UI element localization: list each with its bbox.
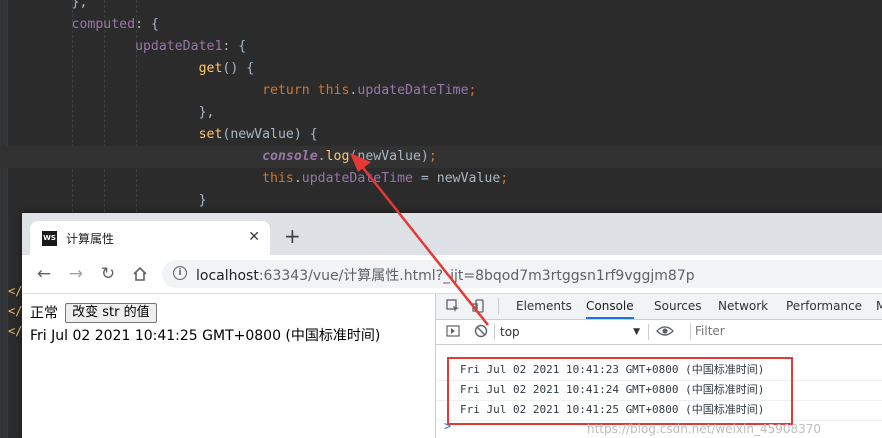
- code-token: this: [317, 83, 350, 98]
- devtools-panel: Elements Console Sources Network Performance…: [435, 294, 882, 438]
- console-filter-bar: top ▼ Filter: [436, 320, 882, 345]
- highlight-box: [447, 357, 793, 425]
- code-token: (newValue): [349, 149, 429, 164]
- change-str-button[interactable]: 改变 str 的值: [65, 302, 157, 323]
- code-token: this: [262, 171, 294, 186]
- code-token: ;: [468, 83, 477, 98]
- tab-console[interactable]: Console: [586, 294, 634, 319]
- context-select[interactable]: top ▼: [500, 324, 640, 340]
- console-prompt[interactable]: >: [444, 419, 451, 433]
- console-output: Fri Jul 02 2021 10:41:23 GMT+0800 (中国标准时…: [436, 345, 882, 438]
- url-text[interactable]: localhost:63343/vue/计算属性.html?_ijt=8bqod…: [196, 265, 695, 285]
- code-token: },: [198, 105, 215, 120]
- new-tab-icon[interactable]: +: [284, 226, 301, 246]
- code-token: = newValue: [412, 171, 501, 186]
- code-token: get: [198, 61, 223, 76]
- status-text: 正常: [30, 305, 58, 322]
- toolbar-divider: [498, 298, 499, 314]
- browser-tab[interactable]: WS 计算属性 ✕: [30, 221, 270, 255]
- address-bar[interactable]: i localhost:63343/vue/计算属性.html?_ijt=8bq…: [162, 260, 882, 288]
- code-line[interactable]: set(newValue) {: [0, 124, 882, 146]
- live-expression-eye-icon[interactable]: [656, 324, 674, 338]
- page-content: 正常 改变 str 的值 Fri Jul 02 2021 10:41:25 GM…: [22, 294, 434, 438]
- code-token: ;: [428, 149, 437, 164]
- date-text: Fri Jul 02 2021 10:41:25 GMT+0800 (中国标准时…: [30, 328, 381, 344]
- code-token: ;: [500, 171, 509, 186]
- tab-sources[interactable]: Sources: [654, 294, 701, 319]
- code-token: : {: [135, 17, 159, 32]
- url-path: :63343/vue/计算属性.html?_ijt=8bqod7m3rtggsn…: [258, 268, 695, 284]
- browser-window: WS 计算属性 ✕ + ← → ↻ i localhost:63343/vue/…: [22, 213, 882, 438]
- browser-toolbar: ← → ↻ i localhost:63343/vue/计算属性.html?_i…: [22, 255, 882, 294]
- devtools-tab-bar: Elements Console Sources Network Performance…: [436, 294, 882, 320]
- home-icon[interactable]: [128, 262, 152, 286]
- gutter-mark: </: [8, 324, 23, 338]
- code-line[interactable]: }: [0, 190, 882, 212]
- code-token: updateDateTime: [357, 83, 469, 98]
- chevron-down-icon: ▼: [633, 327, 640, 337]
- tab-m[interactable]: M: [876, 294, 882, 319]
- tab-network[interactable]: Network: [718, 294, 768, 319]
- code-line[interactable]: this.updateDateTime = newValue;: [0, 168, 882, 190]
- inspect-element-icon[interactable]: [446, 299, 460, 313]
- code-line[interactable]: return this.updateDateTime;: [0, 80, 882, 102]
- reload-icon[interactable]: ↻: [96, 262, 120, 286]
- code-token: (newValue) {: [222, 127, 318, 142]
- sidebar-toggle-icon[interactable]: [446, 324, 460, 338]
- code-token: }: [198, 193, 207, 208]
- close-tab-icon[interactable]: ✕: [248, 229, 260, 245]
- context-value: top: [500, 325, 520, 339]
- clear-console-icon[interactable]: [474, 324, 488, 338]
- toolbar-divider: [494, 324, 495, 340]
- tab-strip: WS 计算属性 ✕ +: [22, 213, 882, 255]
- code-line[interactable]: console.log(newValue);: [0, 146, 882, 168]
- url-host: localhost: [196, 268, 259, 284]
- code-token: },: [71, 0, 88, 10]
- code-token: updateDate1: [135, 39, 223, 54]
- code-token: return: [262, 83, 318, 98]
- code-line[interactable]: computed: {: [0, 14, 882, 36]
- code-line[interactable]: },: [0, 102, 882, 124]
- back-icon[interactable]: ←: [32, 262, 56, 286]
- code-token: computed: [71, 17, 136, 32]
- code-token: () {: [222, 61, 255, 76]
- code-token: : {: [222, 39, 247, 54]
- code-line[interactable]: },: [0, 0, 882, 14]
- webstorm-favicon-icon: WS: [42, 231, 57, 246]
- gutter-mark: </: [8, 284, 23, 298]
- tab-performance[interactable]: Performance: [786, 294, 862, 319]
- gutter-mark: </: [8, 304, 23, 318]
- code-token: .: [293, 171, 302, 186]
- code-line[interactable]: updateDate1: {: [0, 36, 882, 58]
- info-icon[interactable]: i: [173, 266, 187, 280]
- forward-icon[interactable]: →: [64, 262, 88, 286]
- watermark: https://blog.csdn.net/weixin_45908370: [587, 422, 822, 436]
- tab-title: 计算属性: [66, 232, 115, 246]
- code-token: updateDateTime: [301, 171, 413, 186]
- code-token: console: [262, 149, 318, 164]
- code-token: set: [198, 127, 223, 142]
- console-filter-input[interactable]: Filter: [690, 323, 882, 340]
- tab-elements[interactable]: Elements: [516, 294, 572, 319]
- code-line[interactable]: get() {: [0, 58, 882, 80]
- code-token: log: [325, 149, 350, 164]
- toolbar-divider: [648, 324, 649, 340]
- code-token: .: [317, 149, 326, 164]
- device-toolbar-icon[interactable]: [472, 299, 486, 313]
